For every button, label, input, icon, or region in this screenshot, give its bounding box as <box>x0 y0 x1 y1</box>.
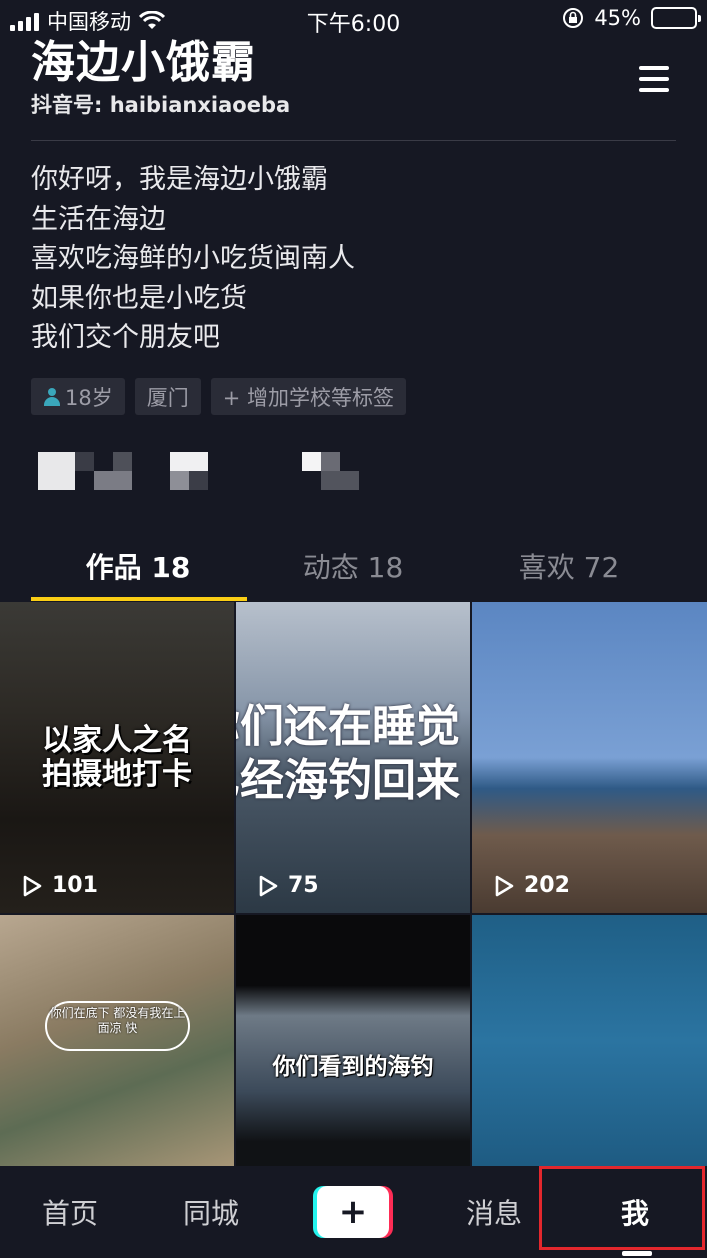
video-thumbnail[interactable] <box>472 915 707 1167</box>
city-label: 厦门 <box>146 385 189 410</box>
video-thumbnail[interactable]: 以家人之名 拍摄地打卡 101 <box>0 602 234 913</box>
video-caption: 你们在底下 都没有我在上面凉 快 <box>45 1001 190 1051</box>
video-caption: 你们还在睡觉 已经海钓回来 <box>236 701 460 806</box>
add-tag-button[interactable]: + 增加学校等标签 <box>210 378 407 415</box>
play-icon <box>23 875 42 896</box>
play-count-value: 202 <box>524 873 570 898</box>
tab-likes[interactable]: 喜欢 72 <box>449 546 689 586</box>
bio-line: 我们交个朋友吧 <box>31 322 220 353</box>
video-thumbnail[interactable]: 你们在底下 都没有我在上面凉 快 <box>0 915 234 1167</box>
header-divider <box>31 140 676 141</box>
play-icon <box>495 875 514 896</box>
city-tag[interactable]: 厦门 <box>134 378 201 415</box>
create-video-button[interactable]: + <box>313 1186 393 1238</box>
rotation-lock-icon <box>563 8 584 28</box>
tab-indicator <box>31 597 247 601</box>
profile-name: 海边小饿霸 <box>31 37 256 88</box>
profile-tags: 18岁 厦门 + 增加学校等标签 <box>31 378 407 415</box>
status-right: 45% <box>562 6 701 30</box>
video-thumbnail[interactable]: 你们还在睡觉 已经海钓回来 75 <box>236 602 470 913</box>
menu-button[interactable] <box>639 66 669 92</box>
bio-line: 如果你也是小吃货 <box>31 282 247 314</box>
age-tag[interactable]: 18岁 <box>31 378 125 415</box>
tab-dynamic[interactable]: 动态 18 <box>233 546 473 586</box>
bio-line: 生活在海边 <box>31 203 166 235</box>
nav-me[interactable]: 我 <box>621 1192 649 1232</box>
nav-city[interactable]: 同城 <box>183 1192 239 1232</box>
profile-tabs: 作品 18 动态 18 喜欢 72 <box>0 538 707 602</box>
nav-home[interactable]: 首页 <box>42 1192 98 1232</box>
play-count: 75 <box>256 873 319 898</box>
video-grid: 以家人之名 拍摄地打卡 101 你们还在睡觉 已经海钓回来 75 202 你们在… <box>0 602 707 1167</box>
person-icon <box>43 387 61 406</box>
video-thumbnail[interactable]: 202 <box>472 602 707 913</box>
play-count-value: 101 <box>52 873 98 898</box>
nav-messages[interactable]: 消息 <box>466 1192 522 1232</box>
video-thumbnail[interactable]: 你们看到的海钓 <box>236 915 470 1167</box>
tab-works[interactable]: 作品 18 <box>18 546 258 586</box>
battery-percent: 45% <box>594 6 641 30</box>
add-tag-label: + 增加学校等标签 <box>222 385 395 410</box>
menu-icon <box>639 66 669 70</box>
age-label: 18岁 <box>65 385 113 410</box>
profile-bio: 你好呀，我是海边小饿霸 生活在海边 喜欢吃海鲜的小吃货闽南人 如果你也是小吃货 … <box>31 160 355 358</box>
video-caption: 你们看到的海钓 <box>272 1054 434 1080</box>
play-count-value: 75 <box>288 873 319 898</box>
play-count: 101 <box>20 873 98 898</box>
active-indicator <box>622 1251 652 1256</box>
play-icon <box>259 875 278 896</box>
battery-icon <box>651 7 701 29</box>
bio-line: 喜欢吃海鲜的小吃货闽南人 <box>31 243 355 274</box>
bio-line: 你好呀，我是海边小饿霸 <box>31 164 328 195</box>
bottom-nav: 首页 同城 + 消息 我 <box>0 1166 707 1258</box>
play-count: 202 <box>492 873 570 898</box>
douyin-id: 抖音号: haibianxiaoeba <box>31 93 291 117</box>
plus-icon: + <box>317 1186 389 1238</box>
video-caption: 以家人之名 拍摄地打卡 <box>42 723 192 792</box>
